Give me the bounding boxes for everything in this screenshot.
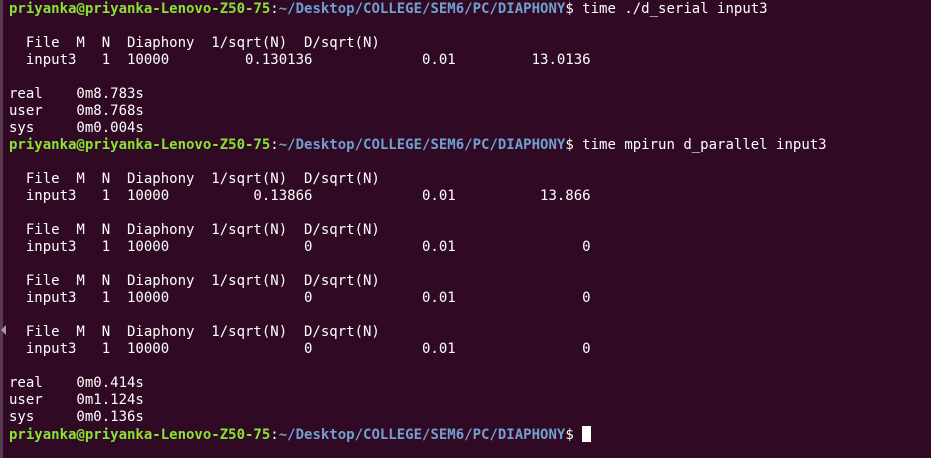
output-line: real 0m8.783s [9, 86, 144, 102]
output-line: File M N Diaphony 1/sqrt(N) D/sqrt(N) [9, 222, 380, 238]
terminal-output[interactable]: priyanka@priyanka-Lenovo-Z50-75:~/Deskto… [9, 1, 931, 458]
prompt-colon: : [270, 427, 279, 443]
prompt-line: priyanka@priyanka-Lenovo-Z50-75:~/Deskto… [9, 137, 931, 154]
output-line: File M N Diaphony 1/sqrt(N) D/sqrt(N) [9, 35, 380, 51]
window-edge [0, 0, 3, 458]
prompt-path: ~/Desktop/COLLEGE/SEM6/PC/DIAPHONY [278, 137, 566, 153]
prompt-user-host: priyanka@priyanka-Lenovo-Z50-75 [9, 427, 271, 443]
terminal-window[interactable]: priyanka@priyanka-Lenovo-Z50-75:~/Deskto… [0, 0, 931, 458]
prompt-path: ~/Desktop/COLLEGE/SEM6/PC/DIAPHONY [278, 427, 566, 443]
prompt-dollar: $ [565, 137, 574, 153]
command-text: time mpirun d_parallel input3 [573, 137, 827, 153]
prompt-colon: : [270, 137, 279, 153]
prompt-dollar: $ [565, 427, 574, 443]
command-text: time ./d_serial input3 [573, 1, 768, 17]
output-line: user 0m1.124s [9, 392, 144, 408]
command-text [574, 427, 582, 443]
output-line: input3 1 10000 0.13866 0.01 13.866 [9, 188, 591, 204]
prompt-line: priyanka@priyanka-Lenovo-Z50-75:~/Deskto… [9, 1, 931, 18]
prompt-user-host: priyanka@priyanka-Lenovo-Z50-75 [9, 137, 271, 153]
prompt-user-host: priyanka@priyanka-Lenovo-Z50-75 [9, 1, 271, 17]
output-line: input3 1 10000 0 0.01 0 [9, 341, 591, 357]
output-line: input3 1 10000 0 0.01 0 [9, 239, 591, 255]
output-line: File M N Diaphony 1/sqrt(N) D/sqrt(N) [9, 171, 380, 187]
text-cursor[interactable] [582, 426, 592, 442]
output-line: input3 1 10000 0.130136 0.01 13.0136 [9, 52, 591, 68]
left-arrow-icon [1, 325, 6, 335]
output-line: sys 0m0.136s [9, 409, 144, 425]
output-line: input3 1 10000 0 0.01 0 [9, 290, 591, 306]
output-line: user 0m8.768s [9, 103, 144, 119]
output-line: File M N Diaphony 1/sqrt(N) D/sqrt(N) [9, 324, 380, 340]
output-line: sys 0m0.004s [9, 120, 144, 136]
output-line: File M N Diaphony 1/sqrt(N) D/sqrt(N) [9, 273, 380, 289]
output-line: real 0m0.414s [9, 375, 144, 391]
prompt-colon: : [270, 1, 279, 17]
prompt-line: priyanka@priyanka-Lenovo-Z50-75:~/Deskto… [9, 426, 931, 443]
prompt-dollar: $ [565, 1, 574, 17]
prompt-path: ~/Desktop/COLLEGE/SEM6/PC/DIAPHONY [278, 1, 566, 17]
